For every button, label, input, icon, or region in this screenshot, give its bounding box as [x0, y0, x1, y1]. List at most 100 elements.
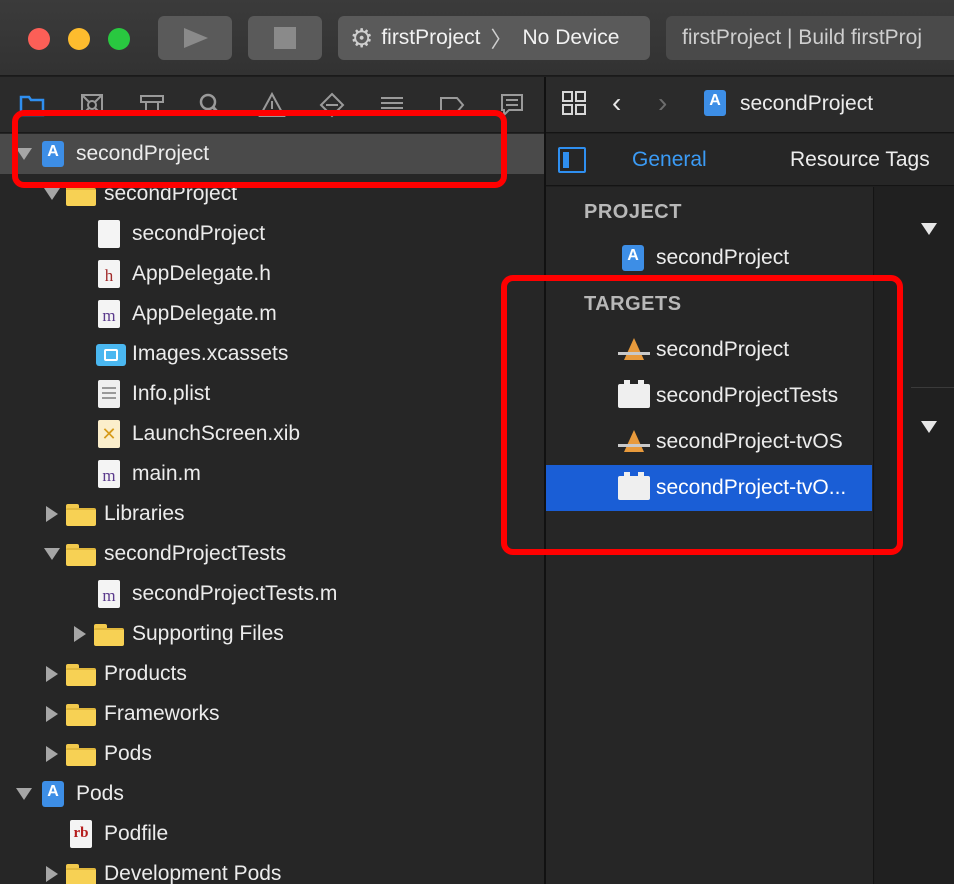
tree-row-group[interactable]: Pods — [0, 734, 544, 774]
minimize-window-button[interactable] — [68, 28, 90, 50]
disclosure-triangle-icon[interactable] — [42, 854, 62, 884]
project-targets-list: PROJECT A secondProject TARGETS secondPr… — [546, 187, 874, 884]
tree-row-file[interactable]: m secondProjectTests.m — [0, 574, 544, 614]
tree-row-group[interactable]: secondProject — [0, 174, 544, 214]
tree-row-group[interactable]: Supporting Files — [0, 614, 544, 654]
tree-row-group[interactable]: Frameworks — [0, 694, 544, 734]
xib-file-icon: ✕ — [98, 420, 120, 448]
tab-resource-tags[interactable]: Resource Tags — [790, 148, 930, 172]
tree-row-file[interactable]: m main.m — [0, 454, 544, 494]
play-icon — [184, 28, 208, 48]
related-items-grid-icon[interactable] — [562, 91, 588, 117]
stop-icon — [274, 27, 296, 49]
breakpoint-navigator-icon[interactable] — [436, 89, 468, 121]
project-navigator: A secondProject secondProject secondProj… — [0, 77, 544, 884]
app-target-icon — [618, 338, 650, 362]
project-item-label: secondProject — [656, 246, 790, 269]
tree-row-file[interactable]: h AppDelegate.h — [0, 254, 544, 294]
find-navigator-magnifier-icon[interactable] — [194, 89, 226, 121]
target-list-item-selected[interactable]: secondProject-tvO... — [546, 465, 872, 511]
gear-icon: ⚙ — [350, 23, 374, 53]
jump-bar-title[interactable]: secondProject — [740, 92, 873, 116]
forward-chevron-icon[interactable]: › — [658, 87, 667, 119]
close-window-button[interactable] — [28, 28, 50, 50]
target-list-item[interactable]: secondProjectTests — [546, 373, 872, 419]
back-chevron-icon[interactable]: ‹ — [612, 87, 621, 119]
disclosure-triangle-icon[interactable] — [42, 654, 62, 694]
disclosure-triangle-icon[interactable] — [42, 534, 62, 574]
scheme-name: firstProject — [381, 26, 481, 49]
tree-row-group[interactable]: Development Pods — [0, 854, 544, 884]
tree-item-label: Products — [104, 662, 187, 685]
stop-button[interactable] — [248, 16, 322, 60]
tree-row-project[interactable]: A Pods — [0, 774, 544, 814]
bundle-target-icon — [618, 380, 650, 408]
blank-file-icon — [98, 220, 120, 248]
tree-item-label: Podfile — [104, 822, 169, 845]
disclosure-triangle-icon[interactable] — [14, 774, 34, 814]
source-control-navigator-icon[interactable] — [76, 89, 108, 121]
target-label: secondProject-tvO... — [656, 476, 847, 499]
tree-item-label: Libraries — [104, 502, 185, 525]
tree-item-label: LaunchScreen.xib — [132, 422, 301, 445]
disclosure-triangle-icon[interactable] — [921, 223, 937, 235]
project-navigator-folder-icon[interactable] — [16, 89, 48, 121]
navigator-tab-bar — [0, 77, 544, 133]
tree-row-file[interactable]: Images.xcassets — [0, 334, 544, 374]
disclosure-triangle-icon[interactable] — [921, 421, 937, 433]
tree-item-label: secondProject — [76, 142, 210, 165]
disclosure-triangle-icon[interactable] — [14, 134, 34, 174]
zoom-window-button[interactable] — [108, 28, 130, 50]
jump-bar: ‹ › A secondProject — [546, 77, 954, 133]
tree-item-label: main.m — [132, 462, 201, 485]
tree-row-group[interactable]: Libraries — [0, 494, 544, 534]
tab-general[interactable]: General — [632, 148, 707, 172]
activity-viewer: firstProject | Build firstProj — [666, 16, 954, 60]
section-divider — [911, 387, 954, 388]
project-editor: ‹ › A secondProject General Resource Tag… — [546, 77, 954, 884]
project-section-header: PROJECT — [584, 201, 682, 223]
run-button[interactable] — [158, 16, 232, 60]
tree-item-label: secondProjectTests — [104, 542, 287, 565]
tree-row-file[interactable]: m AppDelegate.m — [0, 294, 544, 334]
disclosure-triangle-icon[interactable] — [42, 694, 62, 734]
folder-icon — [66, 704, 96, 726]
disclosure-triangle-icon[interactable] — [42, 174, 62, 214]
tree-item-label: Supporting Files — [132, 622, 284, 645]
activity-status-text: firstProject | Build firstProj — [682, 26, 923, 49]
plist-file-icon — [98, 380, 120, 408]
tree-row-file[interactable]: Info.plist — [0, 374, 544, 414]
tree-row-file[interactable]: secondProject — [0, 214, 544, 254]
tree-item-label: AppDelegate.h — [132, 262, 271, 285]
disclosure-triangle-icon[interactable] — [42, 494, 62, 534]
disclosure-triangle-icon[interactable] — [70, 614, 90, 654]
editor-tab-bar: General Resource Tags — [546, 134, 954, 186]
tree-item-label: Info.plist — [132, 382, 211, 405]
tree-row-file[interactable]: ✕ LaunchScreen.xib — [0, 414, 544, 454]
folder-icon — [66, 504, 96, 526]
debug-navigator-icon[interactable] — [376, 89, 408, 121]
test-navigator-diamond-icon[interactable] — [316, 89, 348, 121]
target-label: secondProject — [656, 338, 790, 361]
folder-icon — [94, 624, 124, 646]
target-list-item[interactable]: secondProject — [546, 327, 872, 373]
objc-file-icon: m — [98, 460, 120, 488]
tree-row-file[interactable]: rb Podfile — [0, 814, 544, 854]
tree-item-label: Pods — [76, 782, 124, 805]
destination-name: No Device — [522, 26, 620, 49]
project-list-item[interactable]: A secondProject — [546, 235, 872, 281]
target-list-item[interactable]: secondProject-tvOS — [546, 419, 872, 465]
app-target-icon — [618, 430, 650, 454]
disclosure-triangle-icon[interactable] — [42, 734, 62, 774]
tree-item-label: secondProjectTests.m — [132, 582, 338, 605]
report-navigator-icon[interactable] — [496, 89, 528, 121]
tree-row-group[interactable]: secondProjectTests — [0, 534, 544, 574]
scheme-selector[interactable]: ⚙ firstProject 〉 No Device — [338, 16, 650, 60]
chevron-right-icon: 〉 — [490, 27, 513, 52]
sidebar-toggle-icon[interactable] — [558, 147, 586, 173]
issue-navigator-warning-icon[interactable] — [256, 89, 288, 121]
tree-row-project[interactable]: A secondProject — [0, 134, 544, 174]
symbol-navigator-icon[interactable] — [136, 89, 168, 121]
tree-row-group[interactable]: Products — [0, 654, 544, 694]
objc-file-icon: m — [98, 580, 120, 608]
